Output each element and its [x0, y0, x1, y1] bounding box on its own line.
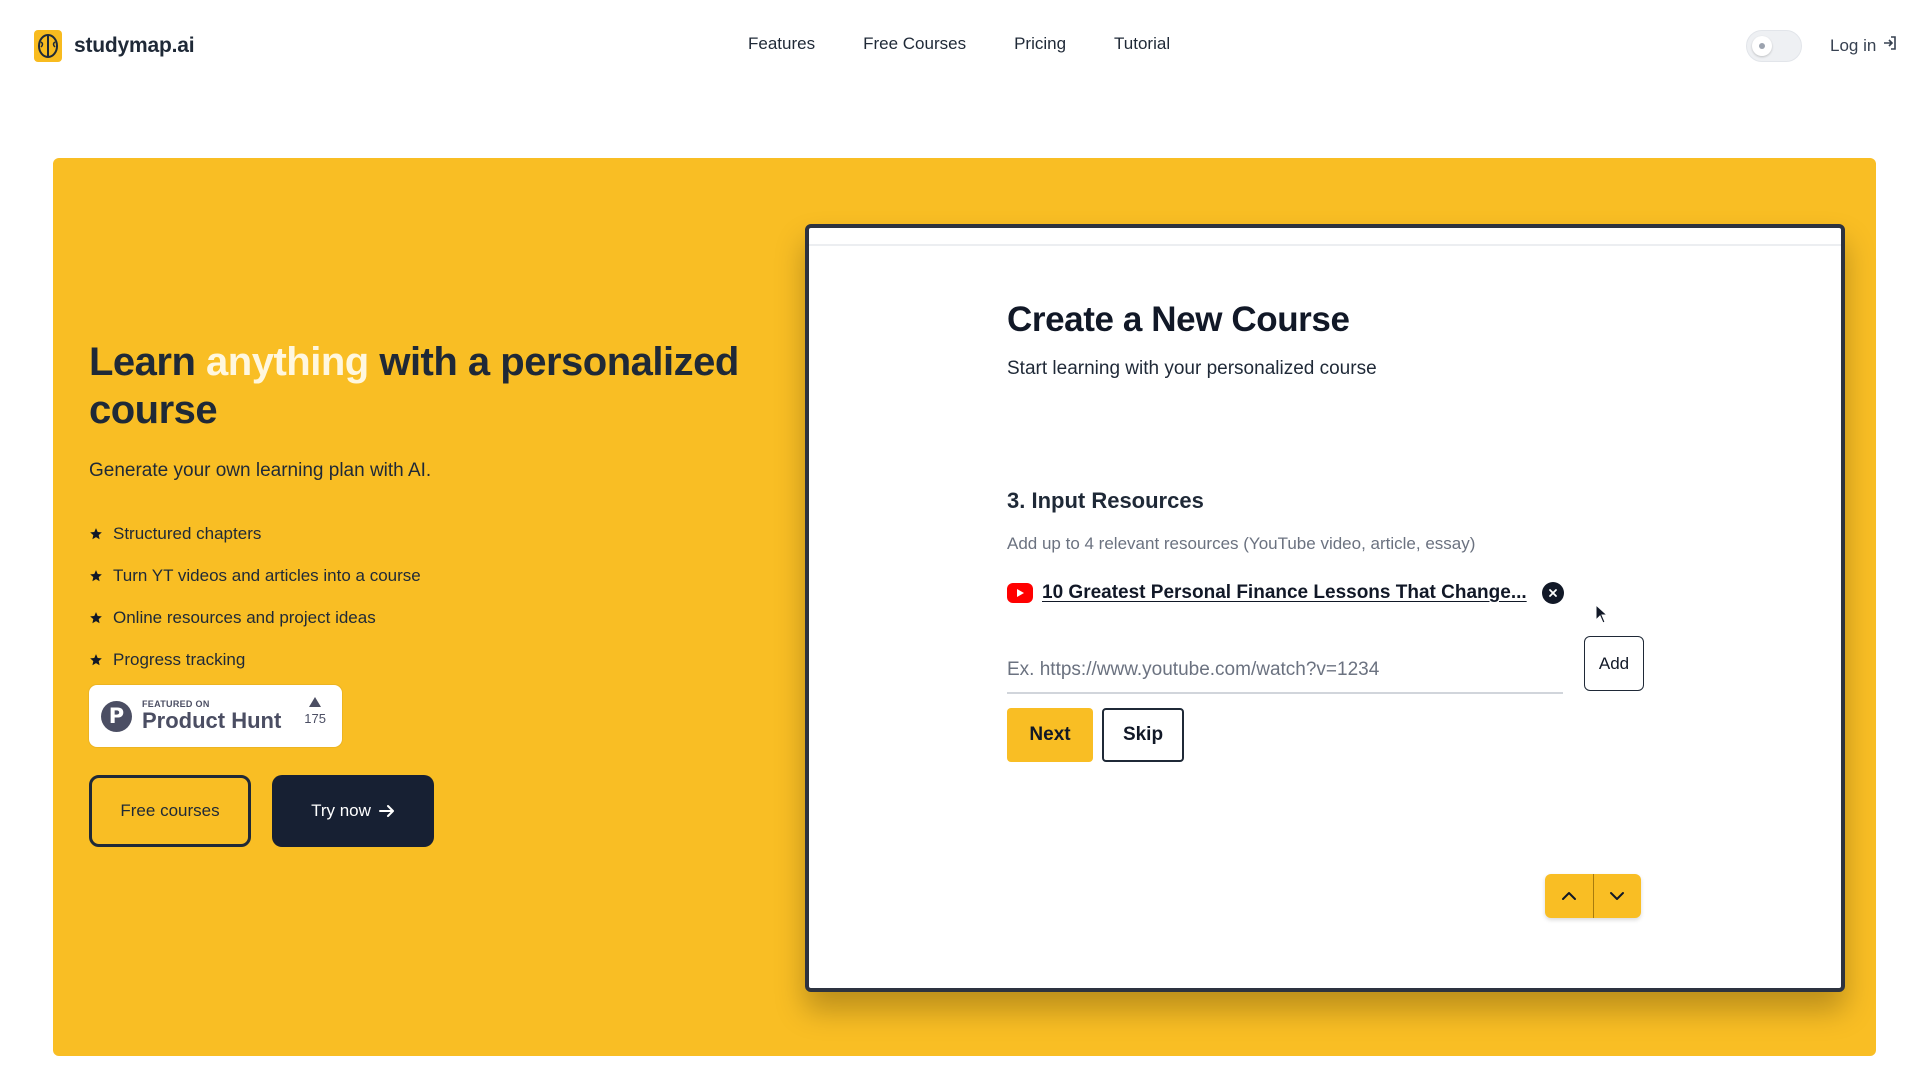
feature-item: Online resources and project ideas [89, 597, 421, 639]
nav-link-free-courses[interactable]: Free Courses [863, 34, 966, 54]
product-hunt-votes: 175 [304, 697, 326, 726]
chevron-up-icon[interactable] [1545, 874, 1593, 918]
hero-subtitle: Generate your own learning plan with AI. [89, 460, 432, 481]
top-nav: studymap.ai Features Free Courses Pricin… [0, 0, 1920, 92]
step-title: 3. Input Resources [1007, 488, 1204, 513]
feature-list: Structured chapters Turn YT videos and a… [89, 513, 421, 681]
feature-item: Progress tracking [89, 639, 421, 681]
star-icon [90, 528, 102, 540]
hero-title: Learn anything with a personalized cours… [89, 338, 749, 434]
resource-link[interactable]: 10 Greatest Personal Finance Lessons Tha… [1042, 582, 1527, 604]
brand[interactable]: studymap.ai [34, 30, 195, 62]
card-title: Create a New Course [1007, 300, 1350, 339]
add-resource-button[interactable]: Add [1584, 636, 1644, 691]
next-button[interactable]: Next [1007, 708, 1093, 762]
feature-item: Structured chapters [89, 513, 421, 555]
hero-title-accent: anything [206, 340, 369, 384]
nav-link-features[interactable]: Features [748, 34, 815, 54]
product-hunt-logo-icon: P [101, 700, 132, 732]
feature-item: Turn YT videos and articles into a cours… [89, 555, 421, 597]
upvote-arrow-icon [309, 697, 322, 707]
step-navigation [1545, 874, 1641, 918]
star-icon [90, 570, 102, 582]
try-now-button[interactable]: Try now [272, 775, 434, 847]
login-label: Log in [1830, 35, 1877, 55]
login-icon [1882, 35, 1898, 56]
star-icon [90, 612, 102, 624]
hero-title-start: Learn [89, 340, 207, 384]
youtube-icon [1007, 583, 1033, 603]
product-hunt-text: FEATURED ON Product Hunt [142, 699, 281, 733]
sun-icon [1752, 36, 1772, 56]
feature-label: Online resources and project ideas [113, 608, 376, 627]
theme-toggle[interactable] [1746, 30, 1802, 62]
skip-button[interactable]: Skip [1102, 708, 1184, 762]
brand-name: studymap.ai [74, 34, 195, 57]
cursor-icon [1595, 604, 1609, 624]
nav-links: Features Free Courses Pricing Tutorial [748, 34, 1170, 54]
free-courses-button[interactable]: Free courses [89, 775, 251, 847]
feature-label: Progress tracking [113, 650, 246, 669]
product-hunt-badge[interactable]: P FEATURED ON Product Hunt 175 [89, 685, 342, 747]
arrow-right-icon [378, 805, 394, 817]
feature-label: Structured chapters [113, 524, 262, 543]
try-now-label: Try now [311, 801, 371, 820]
resource-url-input[interactable] [1007, 648, 1563, 694]
nav-link-tutorial[interactable]: Tutorial [1114, 34, 1170, 54]
nav-link-pricing[interactable]: Pricing [1014, 34, 1066, 54]
card-divider [809, 244, 1841, 246]
brain-logo-icon [34, 30, 62, 62]
close-circle-icon[interactable] [1541, 582, 1564, 604]
product-hunt-vote-count: 175 [304, 711, 326, 726]
star-icon [90, 654, 102, 666]
feature-label: Turn YT videos and articles into a cours… [113, 566, 421, 585]
hero-section: Learn anything with a personalized cours… [53, 158, 1876, 1056]
chevron-down-icon[interactable] [1592, 874, 1642, 918]
product-hunt-name: Product Hunt [142, 708, 282, 733]
resource-item: 10 Greatest Personal Finance Lessons Tha… [1007, 582, 1564, 604]
step-hint: Add up to 4 relevant resources (YouTube … [1007, 534, 1476, 553]
card-subtitle: Start learning with your personalized co… [1007, 358, 1377, 379]
login-link[interactable]: Log in [1830, 35, 1898, 56]
course-creation-preview: Create a New Course Start learning with … [805, 224, 1845, 992]
